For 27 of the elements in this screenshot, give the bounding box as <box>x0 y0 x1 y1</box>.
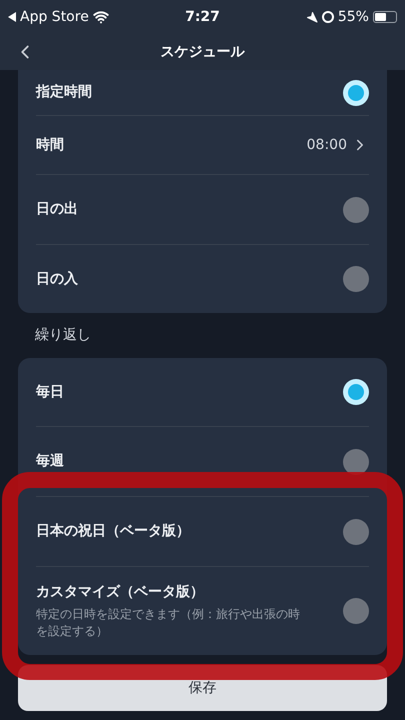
location-icon <box>306 11 318 23</box>
radio-button[interactable] <box>343 196 369 222</box>
radio-button[interactable] <box>343 266 369 292</box>
back-triangle-icon <box>8 12 16 22</box>
rotation-lock-icon <box>322 11 334 23</box>
back-app-link[interactable]: App Store <box>20 6 89 28</box>
option-label: 毎週 <box>36 452 64 471</box>
battery-percent: 55% <box>338 8 369 26</box>
option-label: カスタマイズ（ベータ版） <box>36 583 205 602</box>
option-label: 時間 <box>36 136 64 154</box>
radio-button[interactable] <box>343 598 369 624</box>
section-header: 繰り返し <box>35 326 91 345</box>
time-value: 08:00 <box>306 136 347 154</box>
radio-button[interactable] <box>343 80 369 106</box>
radio-button[interactable] <box>343 379 369 405</box>
status-time: 7:27 <box>185 8 220 26</box>
radio-button[interactable] <box>343 448 369 474</box>
option-label: 日本の祝日（ベータ版） <box>36 522 190 541</box>
option-label: 毎日 <box>36 382 64 402</box>
option-label: 日の出 <box>36 200 78 219</box>
option-description: 特定の日時を設定できます（例：旅行や出張の時を設定する） <box>36 606 301 640</box>
wifi-icon <box>92 9 109 25</box>
option-label: 日の入 <box>36 270 78 288</box>
radio-button[interactable] <box>343 518 369 544</box>
screen-title: スケジュール <box>160 42 244 62</box>
battery-icon <box>372 11 397 23</box>
option-label: 指定時間 <box>36 82 92 102</box>
